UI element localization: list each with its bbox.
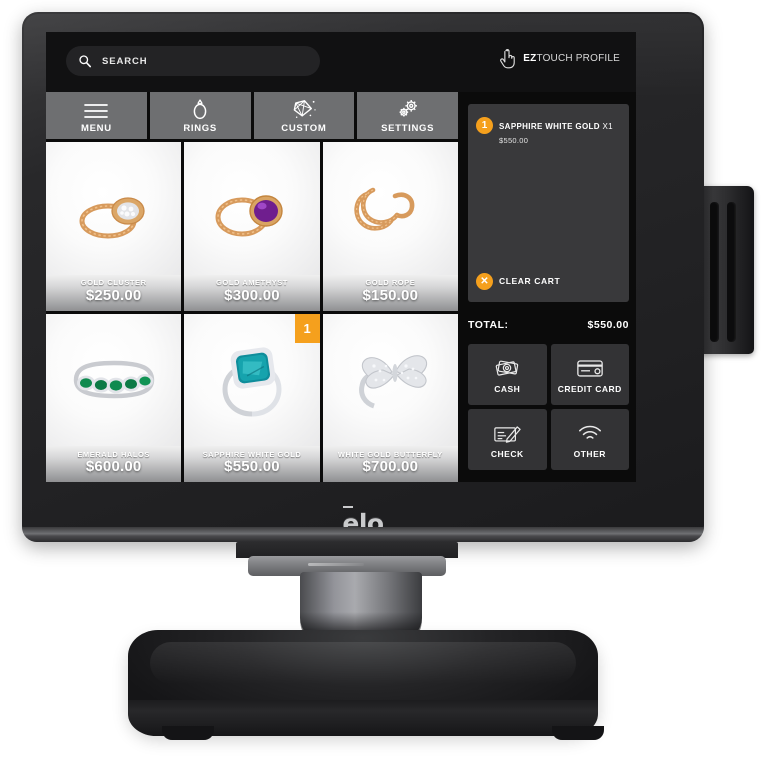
search-placeholder-text: SEARCH [102, 55, 148, 67]
close-x-icon: ✕ [476, 273, 493, 290]
stand-vent-slot [308, 563, 364, 566]
payment-credit-card-label: CREDIT CARD [557, 383, 622, 394]
product-tile[interactable]: EMERALD HALOS $600.00 [46, 313, 182, 482]
magnetic-stripe-reader [696, 186, 754, 354]
payment-check-label: CHECK [490, 448, 524, 459]
payment-methods: CASH CREDIT CARD CHECK OTHER [468, 344, 629, 470]
nav-item-menu-label: MENU [80, 122, 112, 134]
product-caption: GOLD CLUSTER $250.00 [46, 274, 182, 311]
payment-check-button[interactable]: CHECK [468, 409, 547, 470]
payment-cash-label: CASH [494, 383, 521, 394]
cart-qty-badge: 1 [476, 117, 493, 134]
product-tile-selected[interactable]: 1 SAPPHIRE WHITE GOLD $550.00 [184, 313, 320, 482]
ring-icon [190, 98, 210, 120]
gears-icon [396, 98, 420, 120]
hamburger-menu-icon [83, 98, 109, 120]
payment-credit-card-button[interactable]: CREDIT CARD [550, 344, 629, 405]
product-name: WHITE GOLD BUTTERFLY [337, 449, 443, 459]
pos-terminal-product-photo: elo SEARCH EZTOUCH PROFILE MENU RINGS CU… [0, 0, 764, 764]
nav-item-settings[interactable]: SETTINGS [357, 92, 458, 139]
product-price: $700.00 [362, 458, 419, 476]
product-tile[interactable]: GOLD CLUSTER $250.00 [46, 142, 182, 311]
check-writing-icon [493, 421, 521, 445]
product-photo-gold-rope [322, 142, 458, 275]
payment-other-label: OTHER [573, 448, 606, 459]
profile-suffix: TOUCH PROFILE [536, 53, 620, 64]
cart-total-label: TOTAL: [468, 319, 509, 331]
cart-total-row: TOTAL: $550.00 [468, 314, 629, 336]
product-photo-white-gold-butterfly [322, 313, 458, 446]
eztouch-profile-button[interactable]: EZTOUCH PROFILE [499, 48, 620, 69]
product-name: GOLD AMETHYST [216, 278, 288, 288]
product-name: EMERALD HALOS [77, 449, 150, 459]
product-price: $550.00 [224, 458, 280, 476]
product-caption: WHITE GOLD BUTTERFLY $700.00 [322, 446, 458, 482]
cart-item-name: SAPPHIRE WHITE GOLD [499, 122, 600, 131]
cart-total-value: $550.00 [587, 319, 629, 331]
product-caption: GOLD AMETHYST $300.00 [184, 274, 320, 311]
product-caption: EMERALD HALOS $600.00 [46, 446, 182, 482]
cash-icon [494, 356, 520, 380]
product-price: $600.00 [85, 458, 142, 476]
product-name: GOLD CLUSTER [80, 278, 147, 288]
cart-item-name-row: SAPPHIRE WHITE GOLD X1 [499, 122, 613, 131]
product-price: $300.00 [224, 286, 280, 304]
msr-card-slot [710, 202, 719, 342]
nav-item-rings-label: RINGS [183, 122, 217, 134]
monitor-bottom-trim [22, 527, 704, 542]
product-photo-emerald-halos [46, 313, 182, 446]
stand-foot-left [162, 726, 214, 740]
touchscreen-display[interactable]: SEARCH EZTOUCH PROFILE MENU RINGS CUSTOM… [46, 32, 636, 482]
msr-card-slot-secondary [727, 202, 736, 342]
product-photo-gold-amethyst [184, 142, 320, 275]
cart-panel: 1 SAPPHIRE WHITE GOLD X1 $550.00 ✕ CLEAR… [461, 92, 636, 482]
contactless-wireless-icon [577, 421, 603, 445]
product-caption: GOLD ROPE $150.00 [322, 274, 458, 311]
cart-line-item[interactable]: 1 SAPPHIRE WHITE GOLD X1 $550.00 [476, 116, 623, 145]
cart-item-text: SAPPHIRE WHITE GOLD X1 $550.00 [499, 116, 613, 145]
nav-item-rings[interactable]: RINGS [149, 92, 251, 139]
product-name: SAPPHIRE WHITE GOLD [202, 449, 302, 459]
gem-icon [291, 98, 317, 120]
search-icon [78, 54, 92, 68]
nav-item-settings-label: SETTINGS [381, 122, 435, 134]
clear-cart-label: CLEAR CART [499, 276, 561, 286]
product-name: GOLD ROPE [365, 278, 416, 288]
product-price: $250.00 [85, 286, 142, 304]
product-tile[interactable]: WHITE GOLD BUTTERFLY $700.00 [322, 313, 458, 482]
product-grid: GOLD CLUSTER $250.00 GOLD AMETHYST $300.… [46, 142, 458, 482]
cart-item-qty-label: X1 [602, 122, 613, 131]
product-photo-gold-cluster [46, 142, 182, 275]
search-input[interactable]: SEARCH [66, 46, 320, 76]
nav-item-custom-label: CUSTOM [281, 122, 327, 134]
category-nav: MENU RINGS CUSTOM SETTINGS [46, 92, 458, 139]
cart-items-box: 1 SAPPHIRE WHITE GOLD X1 $550.00 ✕ CLEAR… [468, 104, 629, 302]
cart-item-price: $550.00 [499, 136, 529, 145]
clear-cart-button[interactable]: ✕ CLEAR CART [476, 272, 560, 290]
nav-item-menu[interactable]: MENU [46, 92, 147, 139]
payment-cash-button[interactable]: CASH [468, 344, 547, 405]
product-caption: SAPPHIRE WHITE GOLD $550.00 [184, 446, 320, 482]
product-tile[interactable]: GOLD ROPE $150.00 [322, 142, 458, 311]
product-qty-badge: 1 [294, 313, 320, 343]
touch-hand-icon [499, 48, 516, 69]
product-price: $150.00 [362, 286, 419, 304]
eztouch-profile-label: EZTOUCH PROFILE [523, 53, 620, 64]
profile-prefix: EZ [523, 53, 537, 64]
stand-foot-right [552, 726, 604, 740]
app-topbar: SEARCH EZTOUCH PROFILE [46, 32, 636, 92]
payment-other-button[interactable]: OTHER [550, 409, 629, 470]
product-tile[interactable]: GOLD AMETHYST $300.00 [184, 142, 320, 311]
credit-card-icon [576, 356, 604, 380]
stand-base-highlight [150, 642, 576, 684]
nav-item-custom[interactable]: CUSTOM [253, 92, 355, 139]
